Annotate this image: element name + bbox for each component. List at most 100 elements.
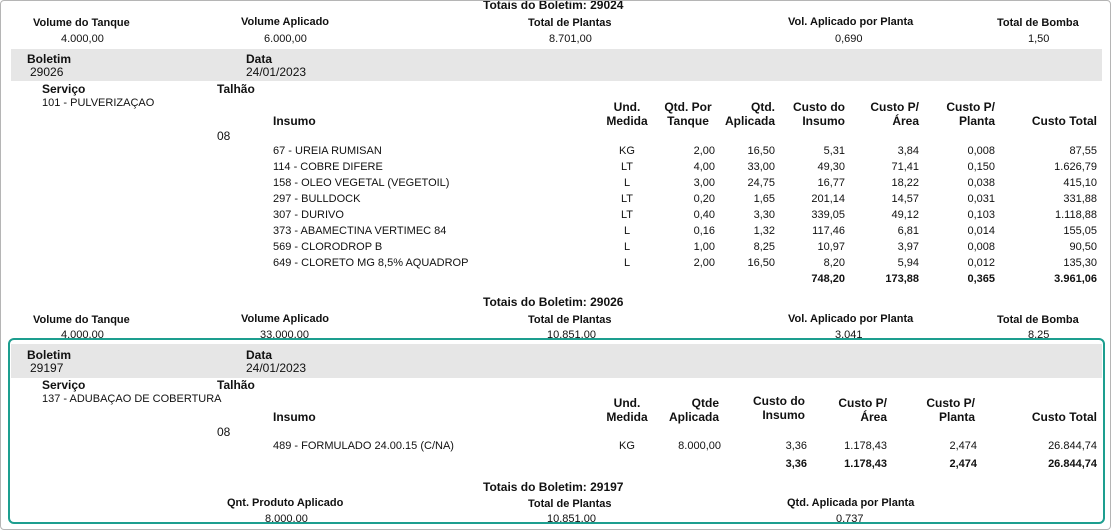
col-custo-area: Custo P/Área [870,100,919,128]
row-planta: 0,012 [967,257,995,269]
summary-label: Vol. Aplicado por Planta [788,313,914,325]
summary-title: Totais do Boletim: 29026 [483,295,624,309]
row-custo: 117,46 [812,225,845,237]
row-insumo: 649 - CLORETO MG 8,5% AQUADROP [273,257,469,269]
summary-value: 6.000,00 [264,33,307,45]
row-total: 135,30 [1063,257,1097,269]
table-row: 114 - COBRE DIFERE LT 4,00 33,00 49,30 71,41 0… [1,161,1110,177]
row-tanque: 0,20 [693,193,715,205]
summary-label: Vol. Aplicado por Planta [788,16,914,28]
talhao-label: Talhão [217,82,255,96]
row-total: 1.626,79 [1054,161,1097,173]
row-planta: 0,031 [967,193,995,205]
row-total: 155,05 [1063,225,1097,237]
col-qtd-tanque: Qtd. Por Tanque [664,100,712,128]
row-tanque: 3,00 [693,177,715,189]
summary-label: Volume Aplicado [241,313,330,325]
row-tanque: 0,16 [693,225,715,237]
row-tanque: 1,00 [693,241,715,253]
row-custo: 5,31 [823,145,845,157]
row-und: KG [619,145,635,157]
row-aplicada: 1,65 [753,193,775,205]
boletim-label: Boletim [27,52,72,66]
row-planta: 0,008 [967,145,995,157]
row-area: 3,84 [897,145,919,157]
summary-label: Total de Bomba [997,314,1079,326]
col-qtd-aplicada: Qtd. Aplicada [724,100,775,128]
row-insumo: 297 - BULLDOCK [273,193,361,205]
summary-label: Volume do Tanque [33,17,130,29]
total-custo-planta: 0,365 [967,273,995,285]
row-und: L [623,241,631,253]
row-planta: 0,038 [967,177,995,189]
talhao-value: 08 [217,129,231,143]
row-tanque: 2,00 [693,145,715,157]
data-label: Data [246,52,273,66]
row-planta: 0,014 [967,225,995,237]
row-aplicada: 8,25 [753,241,775,253]
table-row: 158 - OLEO VEGETAL (VEGETOIL) L 3,00 24,75 1… [1,177,1110,193]
col-insumo: Insumo [273,114,316,128]
row-total: 90,50 [1069,241,1097,253]
row-custo: 201,14 [811,193,845,205]
summary-label: Total de Bomba [997,17,1079,29]
row-insumo: 307 - DURIVO [273,209,344,221]
row-custo: 8,20 [823,257,845,269]
total-custo-insumo: 748,20 [811,273,845,285]
row-aplicada: 33,00 [747,161,775,173]
row-aplicada: 3,30 [753,209,775,221]
servico-value: 101 - PULVERIZAÇAO [42,97,155,109]
servico-label: Serviço [42,82,86,96]
total-custo-total: 3.961,06 [1054,273,1097,285]
table-row: 297 - BULLDOCK LT 0,20 1,65 201,14 14,57 0,031… [1,193,1110,209]
row-total: 1.118,88 [1054,209,1097,221]
row-area: 49,12 [891,209,919,221]
row-insumo: 569 - CLORODROP B [273,241,383,253]
row-area: 6,81 [897,225,919,237]
row-und: L [623,225,631,237]
summary-label: Volume do Tanque [33,314,130,326]
row-aplicada: 16,50 [747,145,775,157]
row-custo: 339,05 [811,209,845,221]
summary-value: 0,690 [835,33,863,45]
row-insumo: 67 - UREIA RUMISAN [273,145,382,157]
row-area: 18,22 [891,177,919,189]
row-und: L [623,177,631,189]
row-custo: 10,97 [817,241,845,253]
total-custo-area: 173,88 [885,273,919,285]
row-area: 3,97 [897,241,919,253]
row-total: 331,88 [1063,193,1097,205]
row-total: 415,10 [1063,177,1097,189]
col-custo-planta: Custo P/Planta [946,100,995,128]
col-custo-insumo: Custo do Insumo [793,100,845,128]
row-area: 14,57 [891,193,919,205]
summary-label: Total de Plantas [528,314,612,326]
row-area: 71,41 [891,161,919,173]
row-insumo: 114 - COBRE DIFERE [273,161,383,173]
table-row: 569 - CLORODROP B L 1,00 8,25 10,97 3,97 0,008… [1,241,1110,257]
row-custo: 49,30 [817,161,845,173]
row-planta: 0,150 [967,161,995,173]
boletim-number: 29026 [30,65,64,79]
row-und: LT [620,193,634,205]
row-planta: 0,103 [967,209,995,221]
table-row: 649 - CLORETO MG 8,5% AQUADROP L 2,00 16,50… [1,257,1110,273]
row-custo: 16,77 [817,177,845,189]
row-total: 87,55 [1069,145,1097,157]
summary-value: 8.701,00 [549,33,592,45]
table-row: 307 - DURIVO LT 0,40 3,30 339,05 49,12 0,103 1.… [1,209,1110,225]
row-tanque: 2,00 [693,257,715,269]
summary-title: Totais do Boletim: 29024 [483,0,624,12]
row-aplicada: 16,50 [747,257,775,269]
summary-value: 1,50 [1028,33,1050,45]
row-aplicada: 24,75 [747,177,775,189]
row-insumo: 158 - OLEO VEGETAL (VEGETOIL) [273,177,450,189]
summary-label: Total de Plantas [528,17,612,29]
row-insumo: 373 - ABAMECTINA VERTIMEC 84 [273,225,447,237]
row-aplicada: 1,32 [753,225,775,237]
summary-label: Volume Aplicado [241,16,330,28]
row-und: LT [620,161,634,173]
table-row: 67 - UREIA RUMISAN KG 2,00 16,50 5,31 3,84 0,0… [1,145,1110,161]
row-tanque: 4,00 [693,161,715,173]
row-tanque: 0,40 [693,209,715,221]
